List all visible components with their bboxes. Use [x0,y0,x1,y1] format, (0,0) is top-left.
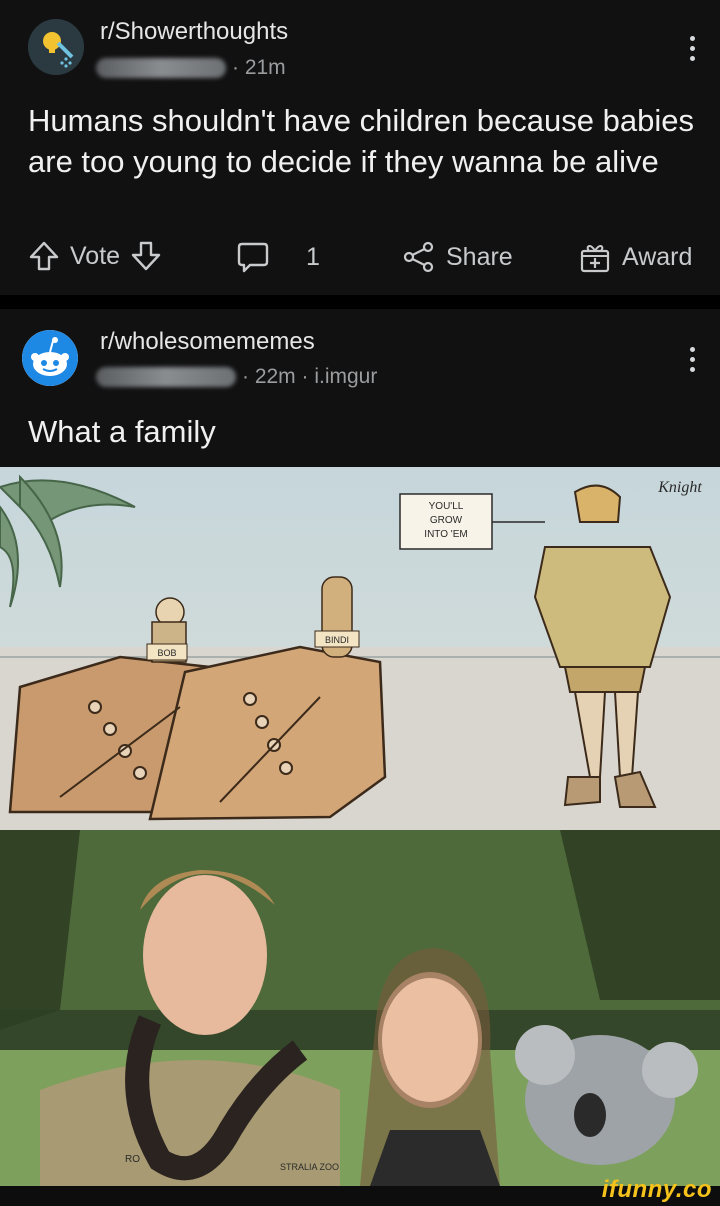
label-bindi: BINDI [325,635,349,645]
ifunny-watermark: ifunny.co [601,1176,712,1203]
svg-text:RO: RO [125,1154,140,1165]
reddit-snoo-icon [22,330,78,386]
redacted-username [96,58,226,79]
post-title[interactable]: What a family [28,411,698,452]
comic-illustration: BOB BINDI YOU'LL GROW INTO 'EM Knight [0,467,720,830]
svg-text:GROW: GROW [430,515,463,526]
svg-text:INTO 'EM: INTO 'EM [424,529,467,540]
label-bob: BOB [157,648,176,658]
share-label: Share [446,242,513,271]
photo-illustration: RO STRALIA ZOO [0,830,720,1186]
post-age: · 22m · i.imgur [242,365,378,388]
redacted-username [96,367,236,388]
comment-count: 1 [306,242,320,271]
comment-bubble-icon [237,242,269,273]
post-age: · 21m [232,56,286,79]
post-meta: · 21m [96,56,286,80]
subreddit-name[interactable]: r/Showerthoughts [100,18,288,46]
post-card-showerthoughts[interactable]: r/Showerthoughts · 21m Humans shouldn't … [0,0,720,295]
subreddit-avatar-wholesomememes[interactable] [22,330,78,386]
post-title[interactable]: Humans shouldn't have children because b… [28,100,698,182]
share-icon [403,241,434,273]
comments-button[interactable]: 1 [236,240,320,274]
boy-face [143,875,267,1035]
award-label: Award [622,242,693,271]
subreddit-avatar-showerthoughts[interactable] [28,19,84,75]
post-actions: Vote 1 Share Award [0,240,720,280]
shower-head-icon [28,19,84,75]
award-button[interactable]: Award [578,240,692,274]
svg-text:STRALIA ZOO: STRALIA ZOO [280,1162,339,1172]
post-card-wholesomememes[interactable]: r/wholesomememes · 22m · i.imgur What a … [0,309,720,467]
subreddit-name[interactable]: r/wholesomememes [100,328,315,356]
more-options-icon[interactable] [690,36,696,61]
share-button[interactable]: Share [402,240,513,274]
family-photo[interactable]: RO STRALIA ZOO [0,830,720,1186]
vote-label: Vote [70,241,121,270]
more-options-icon[interactable] [690,347,696,372]
post-divider [0,295,720,309]
upvote-arrow-icon[interactable] [28,240,60,272]
svg-text:YOU'LL: YOU'LL [429,501,464,512]
vote-group: Vote [28,240,162,272]
post-meta: · 22m · i.imgur [96,365,377,389]
boots [8,645,387,821]
comic-image[interactable]: BOB BINDI YOU'LL GROW INTO 'EM Knight [0,467,720,830]
downvote-arrow-icon[interactable] [130,240,162,272]
gift-icon [580,245,610,273]
artist-signature: Knight [657,479,702,496]
